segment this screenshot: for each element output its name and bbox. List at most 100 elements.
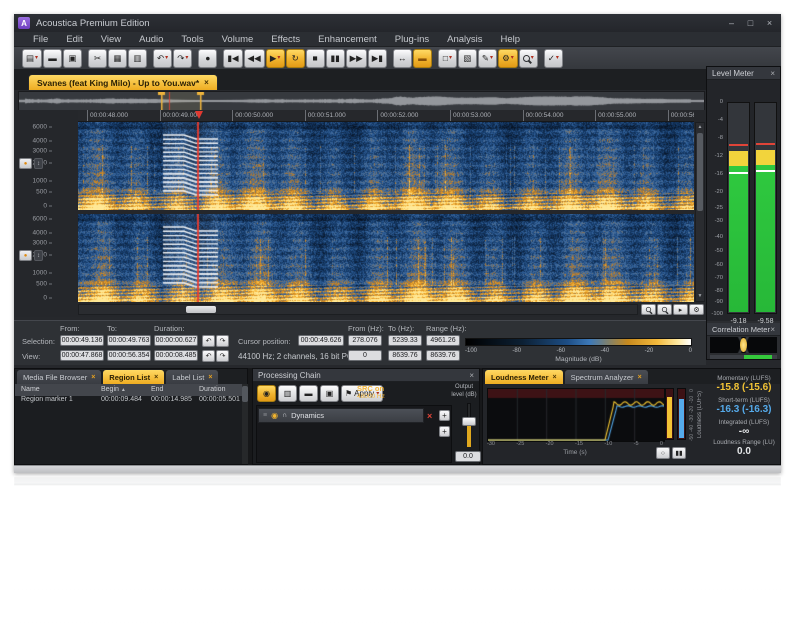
spectrogram-channel-left[interactable]: [78, 122, 694, 210]
menu-item[interactable]: Analysis: [438, 34, 491, 45]
effect-row-dynamics[interactable]: ≡ ◉ ∩ Dynamics: [258, 408, 424, 423]
minimize-button[interactable]: –: [724, 17, 739, 30]
close-icon[interactable]: ×: [770, 325, 775, 334]
selection-duration-field[interactable]: 00:00:00.627: [154, 335, 198, 346]
rewind-button[interactable]: ◀◀: [243, 48, 265, 68]
close-icon[interactable]: ×: [638, 374, 642, 381]
undo-button[interactable]: ↶ ▾: [153, 48, 173, 68]
selection-to-field[interactable]: 00:00:49.763: [107, 335, 151, 346]
tab-label-list[interactable]: Label List ×: [166, 370, 219, 384]
selection-redo-button[interactable]: ↷: [216, 335, 229, 347]
tab-loudness-meter[interactable]: Loudness Meter ×: [485, 370, 563, 384]
marquee-tool-button[interactable]: ▧: [457, 48, 477, 68]
menu-item[interactable]: Tools: [172, 34, 212, 45]
effect-power-icon[interactable]: ◉: [271, 411, 278, 420]
open-file-button[interactable]: ▬: [43, 48, 63, 68]
selection-undo-button[interactable]: ↶: [202, 335, 215, 347]
selection-to-hz-field[interactable]: 5239.33: [388, 335, 422, 346]
close-icon[interactable]: ×: [770, 69, 775, 78]
follow-playback-button[interactable]: ▸: [673, 304, 688, 315]
tab-spectrum-analyzer[interactable]: Spectrum Analyzer ×: [564, 370, 648, 384]
scroll-down-icon[interactable]: ▼: [696, 292, 704, 301]
effects-tool-button[interactable]: ✓ ▾: [543, 48, 563, 68]
close-icon[interactable]: ×: [469, 371, 474, 380]
close-icon[interactable]: ×: [204, 78, 209, 87]
close-icon[interactable]: ×: [91, 374, 95, 381]
horizontal-scrollbar[interactable]: [78, 304, 638, 315]
headphones-icon[interactable]: ∩: [282, 412, 287, 419]
pause-button[interactable]: ▮▮: [325, 48, 345, 68]
selection-from-hz-field[interactable]: 278.076: [348, 335, 382, 346]
view-from-hz-field[interactable]: 0: [348, 350, 382, 361]
menu-item[interactable]: Volume: [213, 34, 263, 45]
record-button[interactable]: ●: [198, 48, 218, 68]
spectral-view-button[interactable]: ▬: [412, 48, 432, 68]
scroll-thumb[interactable]: [242, 386, 248, 402]
fast-forward-button[interactable]: ▶▶: [345, 48, 367, 68]
view-redo-button[interactable]: ↷: [216, 350, 229, 362]
menu-item[interactable]: File: [24, 34, 57, 45]
view-settings-button[interactable]: ⚙: [689, 304, 704, 315]
spectrogram-channel-right[interactable]: [78, 214, 694, 302]
channel-menu-button[interactable]: ●: [19, 250, 32, 261]
menu-item[interactable]: Plug-ins: [386, 34, 438, 45]
slider-thumb[interactable]: [462, 417, 476, 426]
add-effect-button[interactable]: +: [439, 410, 450, 421]
playback-cursor-marker[interactable]: [195, 111, 203, 119]
tab-region-list[interactable]: Region List ×: [103, 370, 165, 384]
loudness-reset-button[interactable]: ○: [656, 447, 670, 459]
maximize-button[interactable]: □: [743, 17, 758, 30]
scroll-up-icon[interactable]: ▲: [696, 123, 704, 132]
stop-button[interactable]: ■: [305, 48, 325, 68]
close-icon[interactable]: ×: [208, 374, 212, 381]
view-to-field[interactable]: 00:00:56.354: [107, 350, 151, 361]
go-to-end-button[interactable]: ▶▮: [367, 48, 387, 68]
channel-menu-button[interactable]: ●: [19, 158, 32, 169]
selection-from-field[interactable]: 00:00:49.136: [60, 335, 104, 346]
channel-splitter-handle[interactable]: ↕: [34, 250, 43, 261]
region-list-scrollbar[interactable]: [242, 384, 248, 464]
select-tool-button[interactable]: □ ▾: [437, 48, 457, 68]
column-begin[interactable]: Begin ▲: [101, 386, 126, 393]
column-name[interactable]: Name: [21, 386, 40, 393]
chain-power-button[interactable]: ◉: [257, 385, 276, 402]
menu-item[interactable]: Edit: [57, 34, 91, 45]
chain-clipboard-button[interactable]: ▥: [278, 385, 297, 402]
output-level-value[interactable]: 0.0: [455, 451, 481, 462]
horizontal-scroll-thumb[interactable]: [186, 306, 216, 313]
menu-item[interactable]: Help: [492, 34, 530, 45]
zoom-tool-button[interactable]: ▾: [518, 48, 538, 68]
paste-button[interactable]: ▥: [128, 48, 148, 68]
menu-item[interactable]: Enhancement: [309, 34, 386, 45]
zoom-in-button[interactable]: [641, 304, 656, 315]
region-table-header[interactable]: Name Begin ▲ End Duration: [15, 384, 247, 396]
play-button[interactable]: ▶ ▾: [265, 48, 285, 68]
cursor-position-field[interactable]: 00:00:49.626: [298, 335, 344, 346]
add-effect-button[interactable]: +: [439, 426, 450, 437]
output-level-slider[interactable]: [459, 403, 479, 449]
redo-button[interactable]: ↷ ▾: [173, 48, 193, 68]
menu-item[interactable]: Effects: [262, 34, 309, 45]
draw-tool-button[interactable]: ✎ ▾: [477, 48, 498, 68]
view-range-hz-field[interactable]: 8639.76: [426, 350, 460, 361]
document-tab[interactable]: Svanes (feat King Milo) - Up to You.wav*…: [28, 74, 218, 90]
chain-save-button[interactable]: ▣: [320, 385, 339, 402]
column-end[interactable]: End: [151, 386, 163, 393]
fit-window-button[interactable]: ↔: [392, 48, 412, 68]
tab-media-file-browser[interactable]: Media File Browser ×: [17, 370, 102, 384]
view-undo-button[interactable]: ↶: [202, 350, 215, 362]
copy-button[interactable]: ▦: [108, 48, 128, 68]
menu-item[interactable]: Audio: [130, 34, 172, 45]
view-from-field[interactable]: 00:00:47.868: [60, 350, 104, 361]
vertical-scrollbar[interactable]: ▲ ▼: [695, 122, 705, 302]
column-duration[interactable]: Duration: [199, 386, 225, 393]
save-file-button[interactable]: ▣: [63, 48, 83, 68]
selection-range-hz-field[interactable]: 4961.26: [426, 335, 460, 346]
zoom-out-button[interactable]: [657, 304, 672, 315]
loop-button[interactable]: ↻: [285, 48, 305, 68]
view-duration-field[interactable]: 00:00:08.485: [154, 350, 198, 361]
close-icon[interactable]: ×: [154, 374, 158, 381]
time-ruler[interactable]: 00:00:48.000 00:00:49.000 00:00:50.000 00:0…: [78, 110, 694, 122]
close-icon[interactable]: ×: [553, 374, 557, 381]
new-file-button[interactable]: ▤ ▾: [22, 48, 43, 68]
